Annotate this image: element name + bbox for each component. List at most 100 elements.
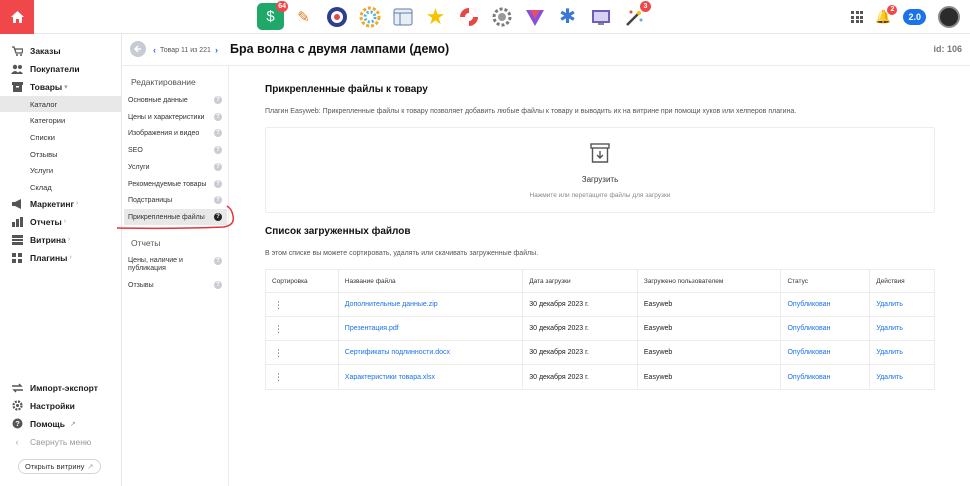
sidebar-sub-stock[interactable]: Склад	[0, 179, 122, 195]
app-magic-wand-icon[interactable]: 3	[620, 1, 651, 30]
table-row: ⋮ Сертификаты подлинности.docx 30 декабр…	[266, 341, 934, 365]
file-name-link[interactable]: Характеристики товара.xlsx	[345, 374, 435, 381]
delete-link[interactable]: Удалить	[876, 301, 903, 308]
app-asterisk-icon[interactable]: ✱	[554, 3, 581, 30]
version-badge[interactable]: 2.0	[903, 9, 926, 25]
app-pencil-icon[interactable]: ✎	[290, 3, 317, 30]
table-row: ⋮ Характеристики товара.xlsx 30 декабря …	[266, 365, 934, 389]
nav-collapse-menu[interactable]: ‹ Свернуть меню	[0, 433, 122, 450]
app-window-icon[interactable]	[389, 3, 416, 30]
nav-settings[interactable]: Настройки	[0, 397, 122, 414]
app-shop-icon[interactable]: $64	[257, 1, 288, 30]
caret-right-icon: ›	[67, 236, 71, 243]
sidebar-sub-catalog[interactable]: Каталог	[0, 96, 122, 112]
upload-title: Загрузить	[581, 175, 619, 184]
page-header: ‹ Товар 11 из 221 › Бра волна с двумя ла…	[122, 34, 970, 66]
report-link-reviews[interactable]: Отзывы?	[124, 277, 227, 293]
uploaded-by: Easyweb	[638, 341, 782, 364]
nav-import-export[interactable]: Импорт-экспорт	[0, 379, 122, 396]
edit-link-recommended[interactable]: Рекомендуемые товары?	[124, 176, 227, 192]
page-title: Бра волна с двумя лампами (демо)	[230, 42, 450, 56]
cart-icon	[11, 45, 23, 56]
app-colorwheel-icon[interactable]	[356, 3, 383, 30]
chevron-right-icon[interactable]: ›	[215, 45, 218, 55]
app-triangle-icon[interactable]	[521, 3, 548, 30]
column-header-date: Дата загрузки	[523, 270, 638, 292]
file-name-link[interactable]: Сертификаты подлинности.docx	[345, 349, 450, 356]
drag-handle-icon[interactable]: ⋮	[274, 348, 283, 357]
sidebar-sub-lists[interactable]: Списки	[0, 129, 122, 145]
file-name-link[interactable]: Презентация.pdf	[345, 325, 399, 332]
caret-right-icon: ›	[76, 200, 79, 207]
edit-link-main-data[interactable]: Основные данные?	[124, 92, 227, 108]
uploaded-by: Easyweb	[638, 293, 782, 316]
edit-link-services[interactable]: Услуги?	[124, 159, 227, 175]
delete-link[interactable]: Удалить	[876, 325, 903, 332]
caret-down-icon: ▾	[64, 83, 68, 91]
status-link[interactable]: Опубликован	[787, 374, 830, 381]
drag-handle-icon[interactable]: ⋮	[274, 373, 283, 382]
edit-link-prices[interactable]: Цены и характеристики?	[124, 109, 227, 125]
status-link[interactable]: Опубликован	[787, 325, 830, 332]
upload-dropzone[interactable]: Загрузить Нажмите или перетащите файлы д…	[265, 127, 935, 213]
files-table: Сортировка Название файла Дата загрузки …	[265, 269, 935, 390]
nav-storefront[interactable]: Витрина ›	[0, 231, 122, 248]
attached-files-title: Прикрепленные файлы к товару	[265, 84, 428, 95]
upload-date: 30 декабря 2023 г.	[523, 341, 638, 364]
chevron-left-icon[interactable]: ‹	[153, 45, 156, 55]
home-button[interactable]	[0, 0, 34, 34]
app-lifebuoy-icon[interactable]	[455, 3, 482, 30]
nav-marketing[interactable]: Маркетинг ›	[0, 195, 122, 212]
file-name-link[interactable]: Дополнительные данные.zip	[345, 301, 438, 308]
sidebar-sub-reviews[interactable]: Отзывы	[0, 146, 122, 162]
top-right-controls: 🔔 2 2.0	[851, 5, 960, 29]
nav-reports[interactable]: Отчеты ›	[0, 213, 122, 230]
edit-link-images[interactable]: Изображения и видео?	[124, 125, 227, 141]
help-icon: ?	[214, 257, 222, 265]
upload-date: 30 декабря 2023 г.	[523, 365, 638, 389]
user-avatar[interactable]	[938, 6, 960, 28]
drag-handle-icon[interactable]: ⋮	[274, 300, 283, 309]
open-storefront-button[interactable]: Открыть витрину ↗	[18, 459, 101, 474]
app-screen-icon[interactable]	[587, 3, 614, 30]
top-bar: $64 ✎ ★ ✱ 3 🔔 2 2.0	[0, 0, 970, 34]
notifications-bell-icon[interactable]: 🔔 2	[875, 5, 898, 25]
home-icon	[10, 11, 24, 23]
edit-heading: Редактирование	[131, 77, 196, 87]
column-header-user: Загружено пользователем	[638, 270, 782, 292]
status-link[interactable]: Опубликован	[787, 349, 830, 356]
notifications-badge: 2	[887, 5, 898, 15]
nav-plugins[interactable]: Плагины ›	[0, 249, 122, 266]
app-target-icon[interactable]	[323, 3, 350, 30]
nav-help[interactable]: ? Помощь ↗	[0, 415, 122, 432]
sidebar-sub-categories[interactable]: Категории	[0, 112, 122, 128]
highlight-annotation	[116, 205, 235, 230]
external-link-icon: ↗	[87, 462, 94, 471]
back-button[interactable]	[130, 41, 146, 57]
nav-customers[interactable]: Покупатели	[0, 60, 122, 77]
storefront-icon	[11, 234, 23, 245]
link-label: Отзывы	[128, 281, 154, 289]
files-list-description: В этом списке вы можете сортировать, уда…	[265, 250, 539, 257]
upload-date: 30 декабря 2023 г.	[523, 293, 638, 316]
nav-orders[interactable]: Заказы	[0, 42, 122, 59]
nav-products[interactable]: Товары ▾	[0, 78, 122, 95]
pager-text: Товар 11 из 221	[160, 46, 211, 54]
column-header-actions: Действия	[876, 277, 905, 285]
caret-right-icon: ›	[63, 218, 67, 225]
delete-link[interactable]: Удалить	[876, 374, 903, 381]
delete-link[interactable]: Удалить	[876, 349, 903, 356]
sidebar-sub-services[interactable]: Услуги	[0, 162, 122, 178]
column-header-status: Статус	[781, 270, 871, 292]
edit-link-seo[interactable]: SEO?	[124, 142, 227, 158]
drag-handle-icon[interactable]: ⋮	[274, 324, 283, 333]
apps-grid-icon[interactable]	[851, 11, 864, 23]
report-link-prices[interactable]: Цены, наличие и публикация?	[124, 254, 227, 276]
app-star-icon[interactable]: ★	[422, 3, 449, 30]
product-id: id: 106	[933, 44, 962, 54]
app-badge: 64	[276, 1, 288, 12]
nav-label: Импорт-экспорт	[30, 382, 98, 393]
app-gear-icon[interactable]	[488, 3, 515, 30]
main-content: Прикрепленные файлы к товару Плагин Easy…	[229, 66, 970, 486]
status-link[interactable]: Опубликован	[787, 301, 830, 308]
